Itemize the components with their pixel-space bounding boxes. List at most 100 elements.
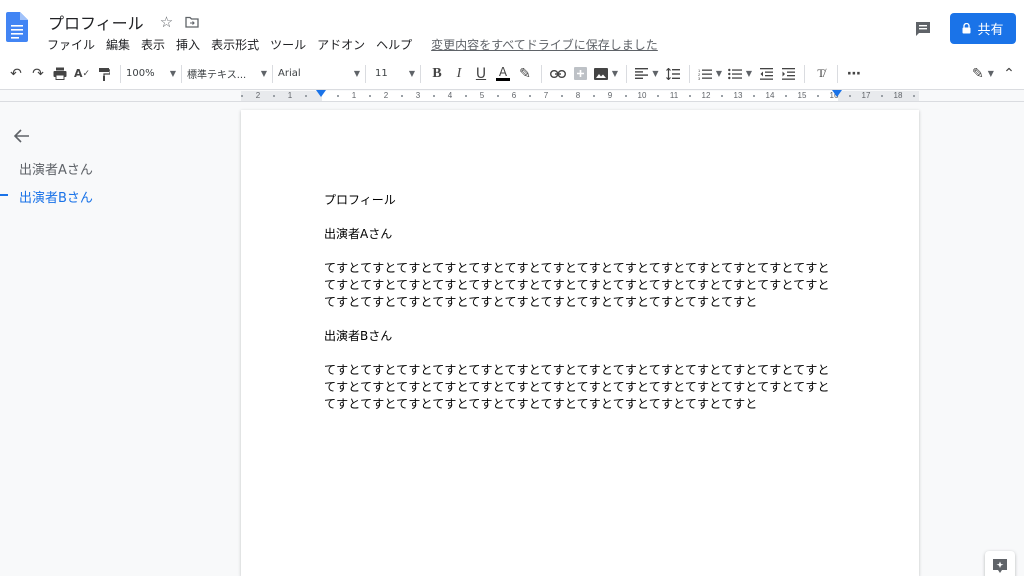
scrollbar[interactable]	[1011, 102, 1024, 576]
paint-format-icon[interactable]	[93, 63, 115, 85]
italic-icon[interactable]: I	[448, 63, 470, 85]
document-title[interactable]: プロフィール	[48, 9, 148, 35]
numbered-list-icon[interactable]: 1 2 3 ▼	[695, 63, 725, 85]
toolbar-divider	[804, 64, 805, 83]
section-body: てすとてすとてすとてすとてすとてすとてすとてすとてすとてすとてすとてすとてすとて…	[324, 363, 830, 411]
ruler-number: 6	[511, 91, 517, 100]
chevron-down-icon: ▼	[611, 69, 619, 78]
font-size-select[interactable]: 11 ▼	[371, 68, 415, 79]
ruler-tick	[561, 95, 563, 97]
comments-button[interactable]	[912, 18, 934, 40]
bold-icon[interactable]: B	[426, 63, 448, 85]
ruler-tick	[689, 95, 691, 97]
zoom-value: 100%	[126, 68, 155, 79]
star-icon[interactable]: ☆	[160, 13, 173, 31]
ruler-tick	[337, 95, 339, 97]
paragraph-style-select[interactable]: 標準テキス... ▼	[187, 66, 267, 81]
comment-icon	[916, 22, 930, 36]
menu-file[interactable]: ファイル	[47, 36, 95, 53]
ruler-left-margin	[241, 91, 322, 101]
line-spacing-icon[interactable]	[662, 63, 684, 85]
svg-text:3: 3	[698, 76, 701, 80]
toolbar-divider	[420, 64, 421, 83]
ruler-number: 7	[543, 91, 549, 100]
ruler-number: 2	[255, 91, 261, 100]
outline-item-a[interactable]: 出演者Aさん	[19, 159, 93, 178]
menu-edit[interactable]: 編集	[106, 36, 130, 53]
menu-view[interactable]: 表示	[141, 36, 165, 53]
ruler-tick	[913, 95, 915, 97]
increase-indent-icon[interactable]	[777, 63, 799, 85]
align-left-icon[interactable]: ▼	[632, 63, 662, 85]
ruler-number: 11	[669, 91, 679, 100]
menu-format[interactable]: 表示形式	[211, 36, 259, 53]
ruler-number: 3	[415, 91, 421, 100]
section-body: てすとてすとてすとてすとてすとてすとてすとてすとてすとてすとてすとてすとてすとて…	[324, 261, 830, 309]
explore-button[interactable]	[985, 551, 1015, 576]
undo-icon[interactable]: ↶	[5, 63, 27, 85]
font-value: Arial	[278, 68, 301, 79]
document-body[interactable]: プロフィール 出演者Aさん てすとてすとてすとてすとてすとてすとてすとてすとてす…	[324, 192, 840, 430]
chevron-down-icon: ▼	[169, 69, 176, 78]
font-select[interactable]: Arial ▼	[278, 68, 360, 79]
print-icon[interactable]	[49, 63, 71, 85]
explore-icon	[993, 559, 1007, 573]
zoom-select[interactable]: 100% ▼	[126, 68, 176, 79]
lock-icon	[962, 23, 971, 34]
toolbar-divider	[837, 64, 838, 83]
menu-help[interactable]: ヘルプ	[376, 36, 412, 53]
outline-item-b[interactable]: 出演者Bさん	[19, 187, 93, 206]
section-heading: 出演者Aさん	[324, 227, 393, 241]
menu-insert[interactable]: 挿入	[176, 36, 200, 53]
move-folder-icon[interactable]	[185, 16, 199, 28]
redo-icon[interactable]: ↷	[27, 63, 49, 85]
ruler-number: 5	[479, 91, 485, 100]
toolbar-divider	[626, 64, 627, 83]
docs-logo-icon[interactable]	[6, 12, 28, 42]
chevron-down-icon: ▼	[408, 69, 415, 78]
ruler-number: 1	[351, 91, 357, 100]
toolbar-divider	[120, 64, 121, 83]
section-heading: 出演者Bさん	[324, 329, 393, 343]
font-size-value: 11	[375, 68, 388, 79]
insert-image-icon[interactable]: ▼	[591, 63, 621, 85]
more-options-icon[interactable]: ⋯	[843, 63, 865, 85]
ruler-number: 2	[383, 91, 389, 100]
highlight-color-icon[interactable]: ✎	[514, 63, 536, 85]
ruler-tick	[657, 95, 659, 97]
ruler-tick	[273, 95, 275, 97]
share-label: 共有	[977, 23, 1004, 38]
save-status[interactable]: 変更内容をすべてドライブに保存しました	[431, 36, 658, 53]
text-color-icon[interactable]: A	[492, 63, 514, 85]
ruler-number: 4	[447, 91, 453, 100]
editing-mode-icon[interactable]: ✎ ▼	[968, 63, 998, 85]
ruler-number: 10	[637, 91, 647, 100]
ruler-number: 17	[861, 91, 871, 100]
underline-icon[interactable]: U	[470, 63, 492, 85]
right-indent-marker[interactable]	[832, 90, 842, 97]
bulleted-list-icon[interactable]: ▼	[725, 63, 755, 85]
ruler-tick	[849, 95, 851, 97]
ruler-tick	[881, 95, 883, 97]
decrease-indent-icon[interactable]	[755, 63, 777, 85]
ruler-number: 12	[701, 91, 711, 100]
arrow-back-icon[interactable]	[12, 127, 32, 145]
left-indent-marker[interactable]	[316, 90, 326, 97]
chevron-up-icon[interactable]: ⌃	[998, 63, 1020, 85]
ruler-number: 1	[287, 91, 293, 100]
clear-formatting-icon[interactable]: T̸	[810, 63, 832, 85]
ruler-tick	[785, 95, 787, 97]
share-button[interactable]: 共有	[950, 13, 1016, 44]
ruler-tick	[465, 95, 467, 97]
add-comment-icon[interactable]	[569, 63, 591, 85]
ruler-tick	[433, 95, 435, 97]
link-icon[interactable]	[547, 63, 569, 85]
document-page[interactable]: プロフィール 出演者Aさん てすとてすとてすとてすとてすとてすとてすとてすとてす…	[241, 110, 919, 576]
spellcheck-icon[interactable]: A ✓	[71, 63, 93, 85]
ruler[interactable]: 2 1 1 2 3 4 5 6 7 8 9 10 11 12 13 14 15 16 17 18	[0, 90, 1024, 102]
chevron-down-icon: ▼	[652, 69, 659, 78]
menu-addons[interactable]: アドオン	[317, 36, 365, 53]
paragraph-style-value: 標準テキス...	[187, 70, 247, 81]
toolbar-divider	[181, 64, 182, 83]
menu-tools[interactable]: ツール	[270, 36, 306, 53]
